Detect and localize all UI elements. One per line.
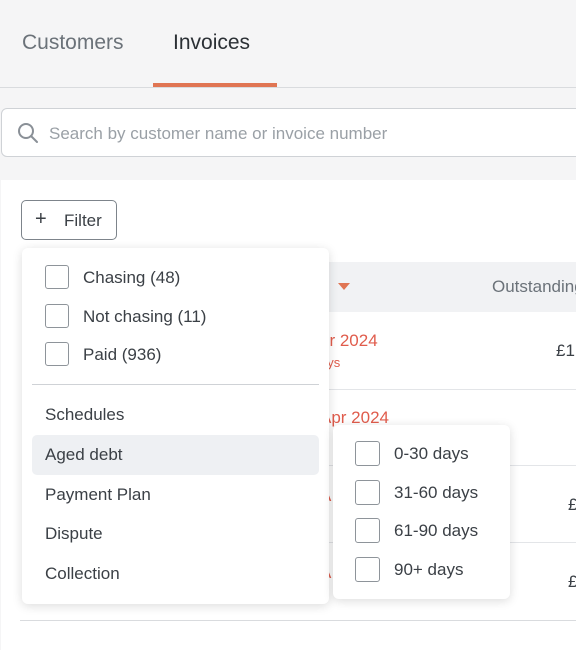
- checkbox-label-0-30-days[interactable]: 0-30 days: [394, 444, 469, 464]
- checkbox-90-plus-days[interactable]: [355, 557, 380, 582]
- tab-customers[interactable]: Customers: [22, 31, 124, 55]
- menu-divider: [32, 384, 319, 385]
- menu-item-label: Collection: [45, 564, 120, 583]
- checkbox-label-31-60-days[interactable]: 31-60 days: [394, 483, 478, 503]
- row-amount: £1: [556, 341, 575, 360]
- filter-button-label: Filter: [64, 211, 102, 230]
- checkbox-label-90-plus-days[interactable]: 90+ days: [394, 560, 463, 580]
- tab-invoices[interactable]: Invoices: [173, 31, 250, 55]
- menu-item-payment-plan[interactable]: Payment Plan: [32, 475, 319, 515]
- plus-icon: +: [35, 208, 47, 230]
- menu-item-schedules[interactable]: Schedules: [32, 395, 319, 435]
- sort-descending-icon[interactable]: [338, 283, 350, 290]
- search-icon: [18, 123, 38, 143]
- checkbox-label-61-90-days[interactable]: 61-90 days: [394, 521, 478, 541]
- table-bottom-divider: [20, 620, 576, 621]
- row-amount: £: [568, 572, 576, 591]
- menu-item-label: Payment Plan: [45, 485, 151, 504]
- column-header-outstanding[interactable]: Outstanding: [492, 277, 576, 297]
- menu-item-dispute[interactable]: Dispute: [32, 514, 319, 554]
- menu-item-label: Schedules: [45, 405, 125, 424]
- menu-item-aged-debt[interactable]: Aged debt: [32, 435, 319, 475]
- row-amount: £: [568, 495, 576, 514]
- aged-debt-submenu: 0-30 days 31-60 days 61-90 days 90+ days: [333, 425, 510, 599]
- tab-bar: Customers Invoices: [0, 0, 576, 88]
- active-tab-indicator: [153, 83, 277, 87]
- checkbox-label-paid[interactable]: Paid (936): [83, 345, 161, 365]
- row-divider: [300, 389, 576, 390]
- checkbox-31-60-days[interactable]: [355, 480, 380, 505]
- checkbox-label-chasing[interactable]: Chasing (48): [83, 268, 180, 288]
- checkbox-paid[interactable]: [45, 342, 69, 366]
- menu-item-label: Dispute: [45, 524, 103, 543]
- checkbox-chasing[interactable]: [45, 265, 69, 289]
- checkbox-0-30-days[interactable]: [355, 441, 380, 466]
- checkbox-not-chasing[interactable]: [45, 304, 69, 328]
- search-input[interactable]: [47, 121, 571, 147]
- filter-dropdown: Chasing (48) Not chasing (11) Paid (936)…: [22, 248, 329, 604]
- checkbox-61-90-days[interactable]: [355, 518, 380, 543]
- checkbox-label-not-chasing[interactable]: Not chasing (11): [83, 307, 206, 327]
- menu-item-collection[interactable]: Collection: [32, 554, 319, 594]
- menu-item-label: Aged debt: [45, 445, 123, 464]
- search-bar: [1, 108, 576, 157]
- filter-button[interactable]: + Filter: [21, 200, 117, 240]
